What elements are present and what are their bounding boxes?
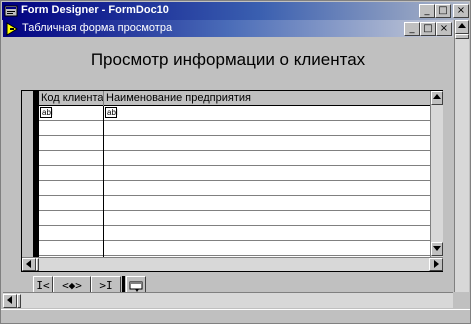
outer-scroll-thumb[interactable] [455,34,469,39]
table-row[interactable] [39,241,430,256]
scroll-left-button[interactable] [22,258,36,271]
minimize-icon: _ [409,23,415,34]
outer-hscroll-thumb[interactable] [17,294,21,308]
outer-scroll-up-button[interactable] [455,20,469,34]
inner-close-button[interactable]: × [436,22,452,36]
table-row[interactable] [39,181,430,196]
textbox-control-icon: abl [40,107,53,118]
maximize-icon: □ [438,5,448,16]
close-icon: × [439,23,449,34]
scroll-right-button[interactable] [429,258,443,271]
grid-vertical-scrollbar[interactable] [430,91,443,257]
triangle-right-icon [434,260,439,268]
table-row[interactable] [39,211,430,226]
textbox-control-icon: abl [105,107,118,118]
outer-close-button[interactable]: × [453,4,469,18]
outer-maximize-button[interactable]: □ [435,4,451,18]
scroll-thumb[interactable] [36,258,39,271]
triangle-up-icon [458,23,466,28]
grid-rows: abl abl [39,106,430,257]
column-header-row: Код клиента Наименование предприятия [39,91,430,106]
triangle-left-icon [26,260,31,268]
column-divider [103,106,104,257]
column-header-company-name[interactable]: Наименование предприятия [104,91,430,106]
table-row[interactable] [39,136,430,151]
status-bar [1,309,470,323]
cell-company-name[interactable]: abl [104,106,430,120]
new-record-icon [129,281,143,292]
column-header-client-code[interactable]: Код клиента [39,91,104,106]
table-row[interactable] [39,226,430,241]
form-icon[interactable] [5,22,19,36]
inner-maximize-button[interactable]: □ [420,22,436,36]
inner-window-title: Табличная форма просмотра [22,22,173,34]
app-icon[interactable] [4,4,18,18]
table-row[interactable] [39,166,430,181]
cell-client-code[interactable]: abl [39,106,104,120]
inner-minimize-button[interactable]: _ [404,22,420,36]
table-row[interactable] [39,196,430,211]
form-heading: Просмотр информации о клиентах [90,50,366,69]
grid-horizontal-scrollbar[interactable] [22,257,443,271]
outer-minimize-button[interactable]: _ [419,4,435,18]
minimize-icon: _ [424,5,430,16]
triangle-up-icon [433,94,441,99]
maximize-icon: □ [423,23,433,34]
outer-scroll-left-button[interactable] [3,294,17,308]
outer-horizontal-scrollbar[interactable] [3,292,453,308]
table-row[interactable]: abl abl [39,106,430,121]
table-row[interactable] [39,121,430,136]
datasheet-grid[interactable]: Код клиента Наименование предприятия abl… [21,90,443,272]
outer-title-bar[interactable]: Form Designer - FormDoc10 _ □ × [2,2,469,20]
scroll-up-button[interactable] [431,91,443,105]
outer-window-title: Form Designer - FormDoc10 [21,4,169,16]
close-icon: × [456,5,466,16]
inner-title-bar[interactable]: Табличная форма просмотра _ □ × [3,20,453,37]
scroll-down-button[interactable] [431,242,443,256]
triangle-down-icon [433,246,441,251]
inner-window: Табличная форма просмотра _ □ × Просмотр… [3,20,453,296]
outer-vertical-scrollbar[interactable] [454,20,469,292]
outer-window: Form Designer - FormDoc10 _ □ × Таблична… [0,0,471,324]
record-selector-column[interactable] [22,91,39,257]
triangle-left-icon [7,296,12,304]
table-row[interactable] [39,151,430,166]
